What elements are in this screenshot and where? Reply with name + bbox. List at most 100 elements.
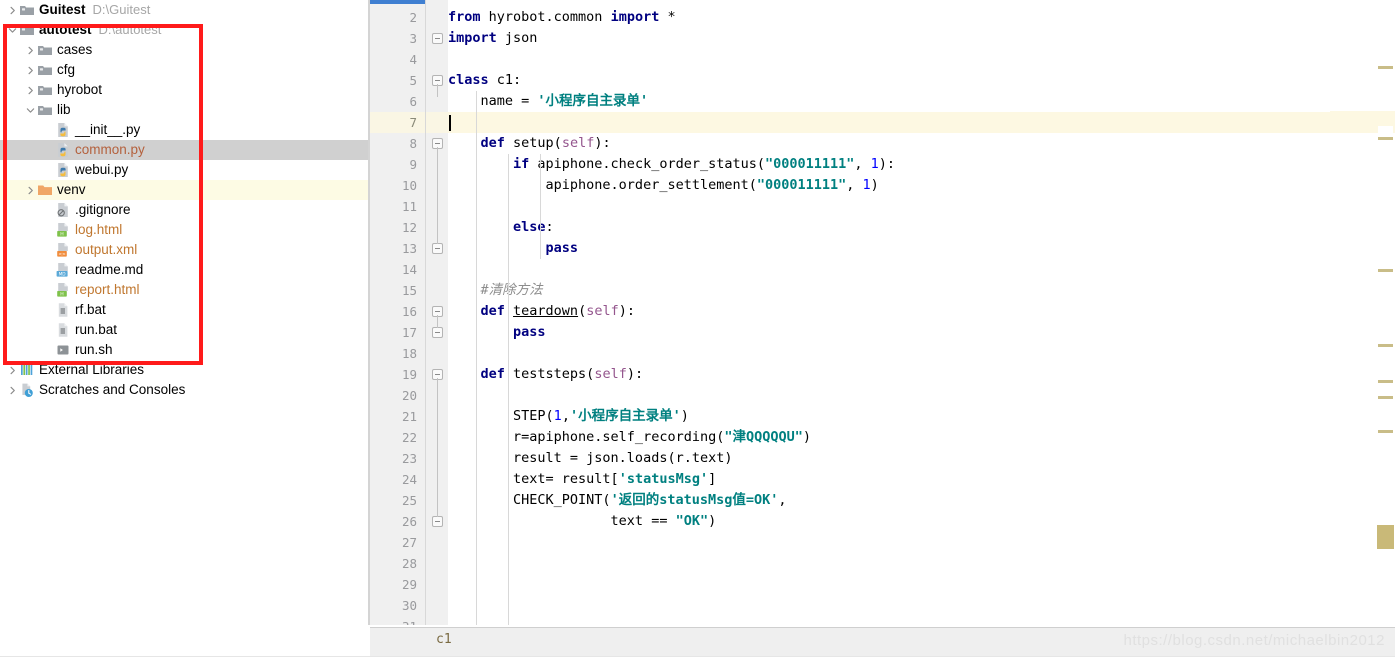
tree-item-cases[interactable]: cases xyxy=(0,40,368,60)
tree-item-run-bat[interactable]: run.bat xyxy=(0,320,368,340)
tree-item-venv[interactable]: venv xyxy=(0,180,368,200)
tree-item-lib[interactable]: lib xyxy=(0,100,368,120)
line-number: 25 xyxy=(401,493,417,508)
code-line: pass xyxy=(448,324,546,340)
scrollbar-change-marker xyxy=(1378,66,1393,69)
bat-file-icon xyxy=(55,322,71,338)
chevron-right-icon[interactable] xyxy=(24,180,37,200)
line-number: 26 xyxy=(401,514,417,529)
code-line: r=apiphone.self_recording("津QQQQQU") xyxy=(448,429,812,445)
tree-item-external-libraries[interactable]: External Libraries xyxy=(0,360,368,380)
text-caret xyxy=(449,115,451,131)
svg-text:MD: MD xyxy=(59,271,67,277)
code-line: else: xyxy=(448,219,554,235)
breadcrumb-bar[interactable]: c1 https://blog.csdn.net/michaelbin2012 xyxy=(370,627,1395,657)
tree-item-readme-md[interactable]: MD readme.md xyxy=(0,260,368,280)
tree-item-label: webui.py xyxy=(75,162,129,177)
tree-item-run-sh[interactable]: run.sh xyxy=(0,340,368,360)
chevron-right-icon[interactable] xyxy=(24,80,37,100)
code-fold-toggle[interactable] xyxy=(432,516,443,527)
chevron-right-icon[interactable] xyxy=(6,360,19,380)
indent-guide xyxy=(540,154,541,259)
tree-item-path: D:\Guitest xyxy=(92,2,151,17)
line-number: 14 xyxy=(401,262,417,277)
python-file-icon xyxy=(55,162,71,178)
svg-text:H: H xyxy=(60,291,63,297)
line-number: 8 xyxy=(409,136,417,151)
line-number: 19 xyxy=(401,367,417,382)
code-text-area[interactable]: from hyrobot.common import * import json c… xyxy=(448,0,1395,625)
tree-item-label: Guitest xyxy=(39,2,86,17)
current-line-fold-highlight xyxy=(426,112,448,133)
tree-item-label: venv xyxy=(57,182,86,197)
python-file-icon xyxy=(55,122,71,138)
line-number: 16 xyxy=(401,304,417,319)
line-number: 30 xyxy=(401,598,417,613)
code-line: pass xyxy=(448,240,579,256)
scrollbar-change-marker xyxy=(1378,269,1393,272)
tree-item-label: hyrobot xyxy=(57,82,103,97)
tree-item-label: __init__.py xyxy=(75,122,141,137)
line-number: 7 xyxy=(409,115,417,130)
line-number: 5 xyxy=(409,73,417,88)
code-fold-toggle[interactable] xyxy=(432,327,443,338)
tree-item-output-xml[interactable]: <> output.xml xyxy=(0,240,368,260)
tree-item-cfg[interactable]: cfg xyxy=(0,60,368,80)
tree-item-scratches-and-consoles[interactable]: Scratches and Consoles xyxy=(0,380,368,400)
code-line: apiphone.order_settlement("000011111", 1… xyxy=(448,177,879,193)
indent-guide xyxy=(476,91,477,625)
tree-item-log-html[interactable]: Hlog.html xyxy=(0,220,368,240)
tree-item-webui-py[interactable]: webui.py xyxy=(0,160,368,180)
chevron-down-icon[interactable] xyxy=(24,100,37,120)
line-number: 11 xyxy=(401,199,417,214)
code-editor[interactable]: 2 3 4 5 6 7 8 9 10 11 12 13 14 15 16 17 18 19 20 21 22 23 24 25… xyxy=(370,0,1395,625)
watermark-text: https://blog.csdn.net/michaelbin2012 xyxy=(1123,632,1385,649)
scrollbar-change-marker xyxy=(1378,430,1393,433)
code-line: text == "OK") xyxy=(448,513,717,529)
line-number: 24 xyxy=(401,472,417,487)
indent-guide xyxy=(508,154,509,625)
chevron-right-icon[interactable] xyxy=(24,40,37,60)
tree-item-guitest[interactable]: Guitest D:\Guitest xyxy=(0,0,368,20)
line-number: 9 xyxy=(409,157,417,172)
code-fold-toggle[interactable] xyxy=(432,243,443,254)
tree-item-rf-bat[interactable]: rf.bat xyxy=(0,300,368,320)
tree-item-init-py[interactable]: __init__.py xyxy=(0,120,368,140)
line-number-gutter[interactable]: 2 3 4 5 6 7 8 9 10 11 12 13 14 15 16 17 18 19 20 21 22 23 24 25… xyxy=(370,0,426,625)
tree-item-gitignore[interactable]: .gitignore xyxy=(0,200,368,220)
code-line: STEP(1,'小程序自主录单') xyxy=(448,408,689,424)
line-number: 31 xyxy=(402,616,417,625)
fold-connector xyxy=(437,315,438,328)
code-fold-gutter[interactable] xyxy=(426,0,448,625)
breadcrumb-class-name[interactable]: c1 xyxy=(436,632,452,647)
html-file-icon: H xyxy=(55,282,71,298)
project-tree-panel[interactable]: Guitest D:\Guitest autotest D:\autotest case… xyxy=(0,0,368,663)
code-fold-toggle[interactable] xyxy=(432,33,443,44)
code-line: import json xyxy=(448,30,538,46)
folder-gray-icon xyxy=(19,2,35,18)
scrollbar-change-marker xyxy=(1378,344,1393,347)
tree-item-hyrobot[interactable]: hyrobot xyxy=(0,80,368,100)
chevron-right-icon[interactable] xyxy=(6,0,19,20)
code-line: result = json.loads(r.text) xyxy=(448,450,733,466)
scratches-icon xyxy=(19,382,35,398)
scrollbar-highlight-marker xyxy=(1377,525,1394,549)
tree-item-label: log.html xyxy=(75,222,123,237)
chevron-right-icon[interactable] xyxy=(24,60,37,80)
chevron-down-icon[interactable] xyxy=(6,20,19,40)
tree-item-label: cfg xyxy=(57,62,76,77)
line-number: 4 xyxy=(409,52,417,67)
svg-text:H: H xyxy=(60,231,63,237)
scrollbar-change-marker xyxy=(1378,380,1393,383)
tree-item-autotest[interactable]: autotest D:\autotest xyxy=(0,20,368,40)
tree-item-common-py[interactable]: common.py xyxy=(0,140,368,160)
line-number: 20 xyxy=(401,388,417,403)
tree-item-report-html[interactable]: Hreport.html xyxy=(0,280,368,300)
chevron-right-icon[interactable] xyxy=(6,380,19,400)
